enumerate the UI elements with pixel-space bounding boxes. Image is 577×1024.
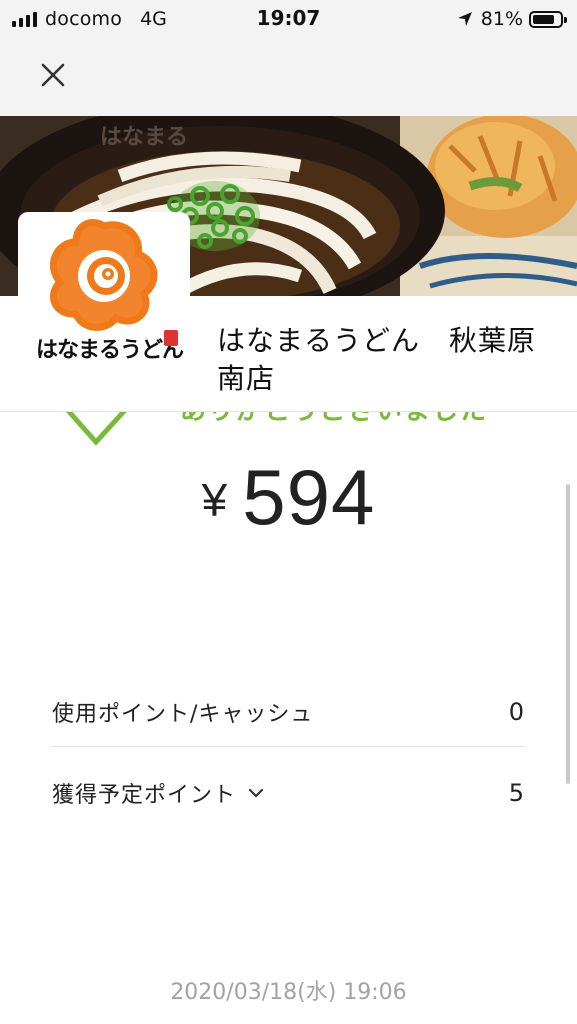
- currency-symbol: ¥: [201, 474, 229, 526]
- battery-icon: [529, 10, 567, 28]
- location-arrow-icon: [457, 12, 472, 26]
- transaction-timestamp: 2020/03/18(水) 19:06: [170, 980, 407, 1005]
- shop-logo: はなまるうどん: [18, 212, 190, 388]
- status-right: 81%: [457, 8, 567, 30]
- close-button[interactable]: [34, 56, 72, 94]
- points-used-row: 使用ポイント/キャッシュ 0: [52, 677, 525, 747]
- logo-seal: [164, 330, 178, 346]
- close-icon: [41, 63, 65, 87]
- status-bar: docomo 4G 19:07 81%: [0, 0, 577, 38]
- nav-bar: [0, 38, 577, 116]
- points-used-value: 0: [508, 697, 525, 726]
- points-earned-value: 5: [508, 779, 525, 807]
- shop-logo-text: はなまるうどん: [36, 338, 184, 363]
- points-earned-toggle[interactable]: 獲得予定ポイント: [52, 777, 264, 809]
- battery-percent: 81%: [480, 8, 523, 30]
- points-earned-label: 獲得予定ポイント: [52, 783, 237, 808]
- points-used-label: 使用ポイント/キャッシュ: [52, 701, 314, 727]
- chevron-down-icon: [248, 788, 264, 798]
- points-earned-row[interactable]: 獲得予定ポイント 5: [52, 758, 525, 828]
- shop-name: はなまるうどん 秋葉原南店: [217, 324, 537, 395]
- payment-amount: ¥594: [0, 452, 577, 543]
- scrollbar[interactable]: [566, 484, 570, 784]
- svg-text:はなまる: はなまる: [100, 125, 188, 150]
- amount-value: 594: [242, 453, 376, 541]
